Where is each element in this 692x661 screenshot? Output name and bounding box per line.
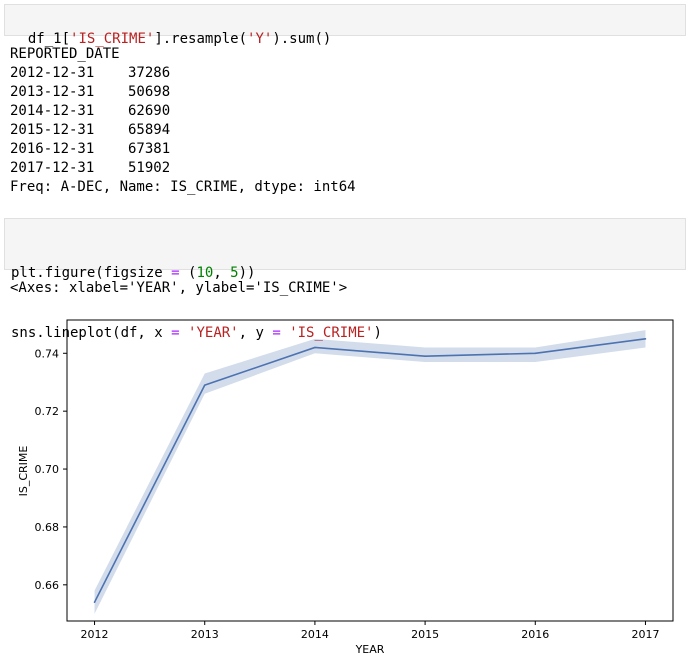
output-line: 2014-12-31 62690 <box>10 103 171 119</box>
x-axis-label: YEAR <box>355 643 385 656</box>
series-line <box>93 338 646 603</box>
data-point <box>93 601 96 603</box>
x-tick-label: 2017 <box>631 628 659 641</box>
output-cell-1: REPORTED_DATE 2012-12-31 37286 2013-12-31 … <box>10 45 356 197</box>
output-line: 2013-12-31 50698 <box>10 84 171 100</box>
output-line: 2016-12-31 67381 <box>10 141 171 157</box>
data-point <box>314 346 316 349</box>
data-point <box>424 355 426 357</box>
data-point <box>203 384 206 386</box>
data-point <box>534 352 537 355</box>
y-tick-label: 0.68 <box>35 521 60 534</box>
output-line: REPORTED_DATE <box>10 46 120 62</box>
y-axis-label: IS_CRIME <box>17 446 30 497</box>
x-tick-label: 2012 <box>81 628 109 641</box>
y-tick-label: 0.72 <box>35 405 60 418</box>
output-line: 2012-12-31 37286 <box>10 65 171 81</box>
x-tick-label: 2013 <box>191 628 219 641</box>
confidence-band <box>94 330 646 614</box>
x-tick-label: 2014 <box>301 628 329 641</box>
code-cell-1[interactable]: df_1['IS_CRIME'].resample('Y').sum() <box>4 4 686 47</box>
output-line: 2017-12-31 51902 <box>10 160 171 176</box>
x-tick-label: 2015 <box>411 628 439 641</box>
axes-repr-output: <Axes: xlabel='YEAR', ylabel='IS_CRIME'> <box>10 280 348 296</box>
y-tick-label: 0.70 <box>35 463 60 476</box>
output-line: Freq: A-DEC, Name: IS_CRIME, dtype: int6… <box>10 179 356 195</box>
x-tick-label: 2016 <box>521 628 549 641</box>
data-point <box>644 338 647 340</box>
y-tick-label: 0.74 <box>35 347 60 360</box>
lineplot-figure: 0.66 0.68 0.70 0.72 0.74 2012 2013 2014 2015 201… <box>17 319 674 656</box>
code-cell-2[interactable]: plt.figure(figsize = (10, 5)) sns.linepl… <box>4 218 686 341</box>
y-tick-label: 0.66 <box>35 579 60 592</box>
output-line: 2015-12-31 65894 <box>10 122 171 138</box>
